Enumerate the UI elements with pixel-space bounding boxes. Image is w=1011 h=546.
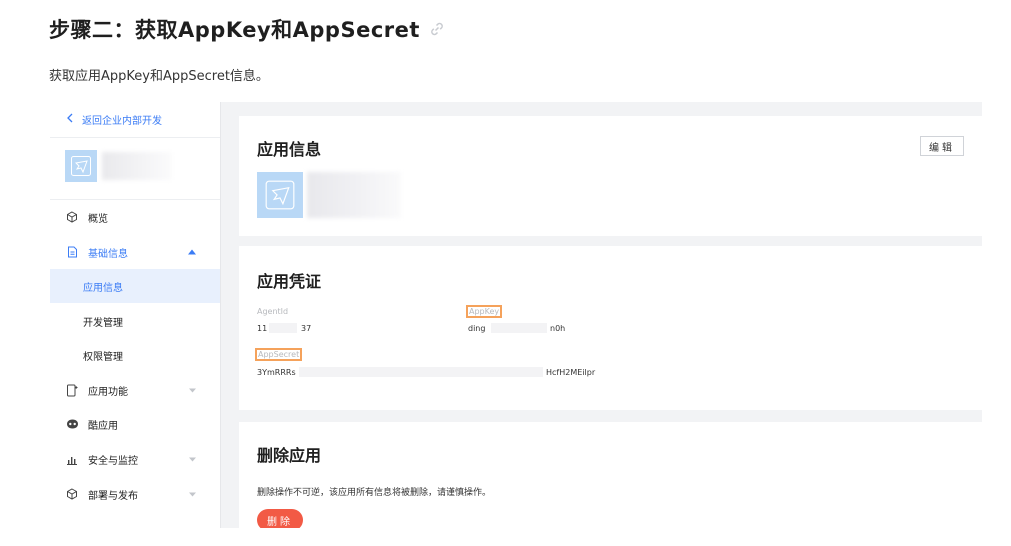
console-screenshot: 返回企业内部开发 概览 基础信息 应用信息 开发管理 权限管理 应用功能 酷应用…	[50, 102, 982, 528]
sidebar: 返回企业内部开发 概览 基础信息 应用信息 开发管理 权限管理 应用功能 酷应用…	[50, 102, 221, 528]
agentid-redaction	[269, 323, 297, 333]
delete-app-card: 删除应用 删除操作不可逆，该应用所有信息将被删除，请谨慎操作。 删除	[239, 422, 982, 528]
sidebar-item-label: 权限管理	[83, 351, 123, 363]
phone-plus-icon	[65, 383, 79, 397]
back-link-label: 返回企业内部开发	[82, 116, 162, 127]
appsecret-value-prefix: 3YmRRRs	[257, 368, 296, 377]
cool-app-icon	[65, 417, 79, 431]
app-name-redacted	[307, 172, 401, 218]
caret-down-icon	[189, 454, 196, 465]
bar-chart-icon	[65, 452, 79, 466]
sidebar-item-permission-management[interactable]: 权限管理	[50, 338, 220, 372]
chevron-left-icon	[66, 113, 74, 126]
appsecret-value-suffix: HcfH2MEilpr	[546, 368, 596, 377]
page-description: 获取应用AppKey和AppSecret信息。	[49, 69, 269, 84]
cube-icon	[65, 210, 79, 224]
appsecret-label: AppSecret	[255, 348, 303, 361]
app-info-card: 应用信息 编辑	[239, 116, 982, 236]
cube-icon	[65, 487, 79, 501]
link-icon[interactable]	[428, 20, 446, 38]
document-icon	[65, 245, 79, 259]
sidebar-item-deploy-publish[interactable]: 部署与发布	[50, 477, 220, 511]
sidebar-item-security-monitoring[interactable]: 安全与监控	[50, 442, 220, 476]
sidebar-item-label: 概览	[88, 213, 108, 225]
caret-up-icon	[188, 247, 196, 258]
sidebar-item-app-features[interactable]: 应用功能	[50, 373, 220, 407]
appkey-label: AppKey	[466, 305, 503, 318]
sidebar-item-label: 应用信息	[83, 282, 123, 294]
sidebar-item-label: 酷应用	[88, 420, 118, 432]
appkey-value-prefix: ding	[468, 324, 486, 333]
agentid-value-prefix: 11	[257, 324, 268, 333]
sidebar-item-label: 应用功能	[88, 386, 128, 398]
back-link[interactable]: 返回企业内部开发	[66, 112, 162, 127]
page-title-text: 步骤二：获取AppKey和AppSecret	[49, 18, 420, 42]
appkey-value-suffix: n0h	[550, 324, 566, 333]
divider	[50, 137, 220, 138]
credentials-title: 应用凭证	[257, 272, 322, 291]
appkey-redaction	[491, 323, 547, 333]
sidebar-item-label: 部署与发布	[88, 490, 138, 502]
caret-down-icon	[189, 385, 196, 396]
sidebar-item-basic-info[interactable]: 基础信息	[50, 235, 220, 269]
delete-app-title: 删除应用	[257, 446, 322, 465]
sidebar-item-app-info[interactable]: 应用信息	[50, 269, 220, 303]
app-name-redacted	[102, 152, 172, 180]
delete-button[interactable]: 删除	[257, 509, 303, 528]
sidebar-item-cool-app[interactable]: 酷应用	[50, 407, 220, 441]
sidebar-item-label: 安全与监控	[88, 455, 138, 467]
app-logo	[65, 150, 97, 182]
appsecret-redaction	[299, 367, 543, 377]
page-title: 步骤二：获取AppKey和AppSecret	[49, 14, 446, 44]
app-logo-large	[257, 172, 303, 218]
credentials-card: 应用凭证 AgentId 11 37 AppKey ding n0h AppSe…	[239, 246, 982, 410]
delete-warning-text: 删除操作不可逆，该应用所有信息将被删除，请谨慎操作。	[257, 488, 492, 498]
caret-down-icon	[189, 489, 196, 500]
edit-button[interactable]: 编辑	[920, 136, 964, 156]
sidebar-item-label: 基础信息	[88, 248, 128, 260]
sidebar-item-overview[interactable]: 概览	[50, 200, 220, 234]
app-info-title: 应用信息	[257, 140, 322, 159]
agentid-value-suffix: 37	[301, 324, 312, 333]
sidebar-item-dev-management[interactable]: 开发管理	[50, 304, 220, 338]
sidebar-item-label: 开发管理	[83, 317, 123, 329]
agentid-label: AgentId	[257, 307, 289, 316]
